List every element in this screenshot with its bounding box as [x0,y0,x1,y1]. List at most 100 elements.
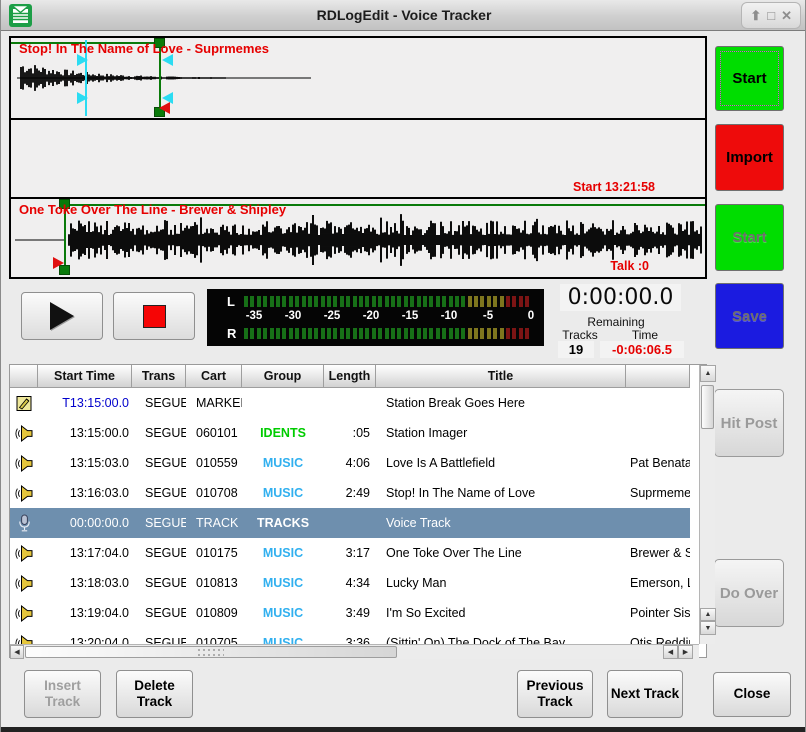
horizontal-scrollbar-thumb[interactable] [25,646,397,658]
track1-talk-arrow-bottom-icon[interactable] [77,92,88,104]
scroll-up-button[interactable]: ▲ [700,365,716,382]
meter-segment [346,328,350,339]
save-button[interactable]: Save [715,283,784,349]
meter-segment [308,296,312,307]
meter-scale-label: -35 [246,310,263,322]
meter-scale-label: 0 [528,310,534,322]
column-header-trans[interactable]: Trans [132,365,186,388]
meter-segment [250,296,254,307]
meter-segment [512,296,516,307]
column-header-start-time[interactable]: Start Time [38,365,132,388]
log-row[interactable]: 13:16:03.0SEGUE010708MUSIC2:49Stop! In T… [10,478,690,508]
meter-segment [340,296,344,307]
log-row-selected[interactable]: 00:00:00.0SEGUETRACKTRACKSVoice Track [10,508,690,538]
start-segue-button[interactable]: Start [715,46,784,111]
track1-waveform-panel[interactable]: Stop! In The Name of Love - Suprmemes [11,38,705,118]
meter-segment [314,296,318,307]
log-row[interactable]: 13:20:04.0SEGUE010705MUSIC3:36(Sittin' O… [10,628,690,644]
do-over-button[interactable]: Do Over [714,559,784,627]
meter-segment [244,296,248,307]
track3-title: One Toke Over The Line - Brewer & Shiple… [19,202,286,217]
track3-waveform-panel[interactable]: One Toke Over The Line - Brewer & Shiple… [11,199,705,277]
cell-length: :05 [324,418,376,448]
meter-segment [391,296,395,307]
start-next-button[interactable]: Start [715,204,784,271]
log-table-header[interactable]: Start TimeTransCartGroupLengthTitle [10,365,690,388]
cell-trans: SEGUE [132,388,186,418]
play-button[interactable] [21,292,103,340]
insert-track-button[interactable]: Insert Track [24,670,101,718]
cell-artist [626,508,690,538]
cell-group: MUSIC [242,478,324,508]
cell-start-time: T13:15:00.0 [38,388,132,418]
track2-voicetrack-panel[interactable]: Start 13:21:58 [11,120,705,197]
vertical-scrollbar[interactable]: ▲ ▲ ▼ [699,365,715,644]
cell-length [324,508,376,538]
vertical-scrollbar-thumb[interactable] [701,385,714,429]
column-header-blank[interactable] [626,365,690,388]
meter-scale-label: -30 [285,310,302,322]
meter-segment [474,328,478,339]
horizontal-scrollbar[interactable]: ◀ ◀ ▶ [10,644,699,659]
scroll-right-button[interactable]: ▶ [678,645,693,659]
column-header-group[interactable]: Group [242,365,324,388]
tracks-label: Tracks [546,328,614,342]
meter-segment [289,328,293,339]
scroll-left-button-2[interactable]: ◀ [663,645,678,659]
titlebar[interactable]: RDLogEdit - Voice Tracker ⬆ □ ✕ [1,0,806,31]
meter-segment [333,328,337,339]
log-row[interactable]: 13:19:04.0SEGUE010809MUSIC3:49I'm So Exc… [10,598,690,628]
scroll-up-button-2[interactable]: ▲ [700,608,716,621]
close-icon[interactable]: ✕ [781,9,792,22]
column-header-cart[interactable]: Cart [186,365,242,388]
cell-artist: Brewer & Shipley [626,538,690,568]
meter-segment [525,296,529,307]
log-row[interactable]: 13:15:03.0SEGUE010559MUSIC4:06Love Is A … [10,448,690,478]
window-controls: ⬆ □ ✕ [741,2,801,29]
cell-title: One Toke Over The Line [376,538,626,568]
cell-trans: SEGUE [132,568,186,598]
log-row[interactable]: 13:18:03.0SEGUE010813MUSIC4:34Lucky ManE… [10,568,690,598]
cell-title: Love Is A Battlefield [376,448,626,478]
stop-button[interactable] [113,292,195,340]
meter-segment [295,328,299,339]
voice-tracker-waveform-widget[interactable]: Stop! In The Name of Love - Suprmemes St… [9,36,707,279]
log-row[interactable]: 13:17:04.0SEGUE010175MUSIC3:17One Toke O… [10,538,690,568]
cell-length: 4:06 [324,448,376,478]
cell-group: MUSIC [242,448,324,478]
log-row[interactable]: 13:15:00.0SEGUE060101IDENTS:05Station Im… [10,418,690,448]
shade-icon[interactable]: ⬆ [750,9,761,22]
close-button[interactable]: Close [713,672,791,717]
next-track-button[interactable]: Next Track [607,670,683,718]
track1-end-arrow-icon[interactable] [159,102,170,114]
meter-segment [506,296,510,307]
delete-track-button[interactable]: Delete Track [116,670,193,718]
previous-track-button[interactable]: Previous Track [517,670,593,718]
speaker-icon [10,538,38,568]
cell-start-time: 13:17:04.0 [38,538,132,568]
maximize-icon[interactable]: □ [767,9,775,22]
time-remaining-value: -0:06:06.5 [600,341,684,358]
scroll-left-button[interactable]: ◀ [10,645,24,659]
cell-cart: 060101 [186,418,242,448]
hit-post-button[interactable]: Hit Post [714,389,784,457]
meter-segment [289,296,293,307]
column-header-length[interactable]: Length [324,365,376,388]
track3-start-arrow-icon[interactable] [53,257,64,269]
meter-segment [321,296,325,307]
import-button[interactable]: Import [715,124,784,191]
column-header-blank[interactable] [10,365,38,388]
meter-segment [455,328,459,339]
scroll-down-button[interactable]: ▼ [700,621,716,635]
meter-segment [372,296,376,307]
meter-segment [455,296,459,307]
cell-group: MUSIC [242,568,324,598]
meter-scale-label: -10 [441,310,458,322]
meter-segment [468,296,472,307]
column-header-title[interactable]: Title [376,365,626,388]
meter-scale-label: -20 [363,310,380,322]
meter-segment [487,328,491,339]
cell-cart: 010809 [186,598,242,628]
log-row[interactable]: T13:15:00.0SEGUEMARKERStation Break Goes… [10,388,690,418]
cell-length: 4:34 [324,568,376,598]
